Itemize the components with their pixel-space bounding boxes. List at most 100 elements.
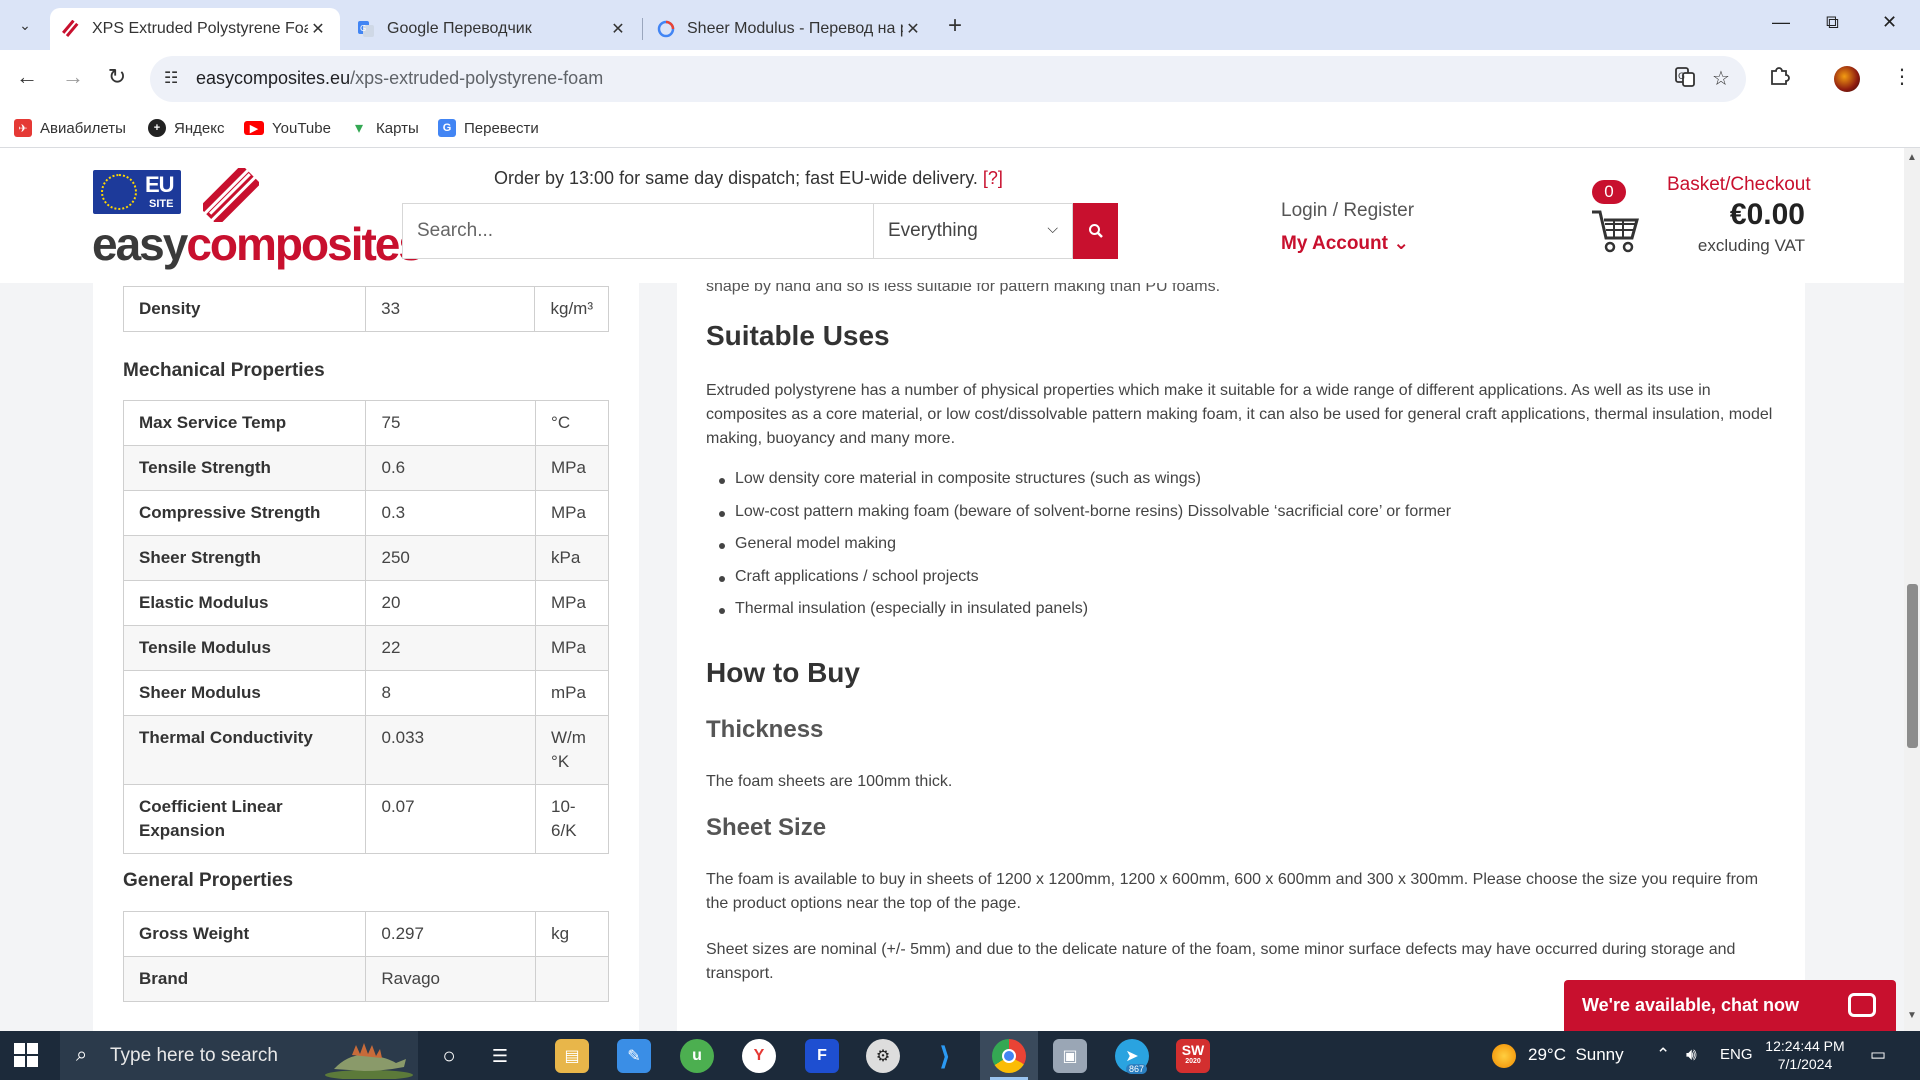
tab-xps-foam[interactable]: XPS Extruded Polystyrene Foam ✕ xyxy=(50,8,340,50)
bookmark-maps[interactable]: ▾ Карты xyxy=(350,116,419,140)
volume-icon[interactable]: 🔊︎ xyxy=(1686,1045,1697,1065)
task-view-icon[interactable]: ○ xyxy=(432,1039,466,1073)
tab-title: Sheer Modulus - Перевод на р xyxy=(687,20,903,37)
yandex-browser-icon[interactable]: Y xyxy=(742,1039,776,1073)
bookmark-yandex[interactable]: + Яндекс xyxy=(148,116,224,140)
solidworks-icon[interactable]: SW 2020 xyxy=(1176,1039,1210,1073)
spec-value: Ravago xyxy=(365,956,537,1002)
spec-name: Tensile Modulus xyxy=(122,625,367,671)
vscode-icon[interactable]: ⟩ xyxy=(928,1039,962,1073)
search-input[interactable]: Search... xyxy=(402,203,873,259)
chrome-icon[interactable] xyxy=(992,1039,1026,1073)
tray-chevron-up-icon[interactable]: ⌃ xyxy=(1656,1045,1670,1065)
kebab-menu-icon[interactable]: ⋮ xyxy=(1892,64,1912,89)
minimize-window-icon[interactable]: — xyxy=(1772,12,1790,33)
telegram-badge: 867 xyxy=(1126,1064,1148,1074)
address-url[interactable]: easycomposites.eu/xps-extruded-polystyre… xyxy=(196,68,603,89)
spec-name: Sheer Strength xyxy=(122,535,367,581)
live-chat-button[interactable]: We're available, chat now xyxy=(1564,980,1896,1031)
nominal-size-paragraph: Sheet sizes are nominal (+/- 5mm) and du… xyxy=(706,941,1736,982)
scrollbar-thumb[interactable] xyxy=(1907,584,1918,748)
site-header: EU SITE easycomposites Order by 13:00 fo… xyxy=(0,148,1904,283)
site-logo[interactable]: easycomposites xyxy=(92,218,424,270)
spec-unit: MPa xyxy=(535,490,609,536)
forward-arrow-icon[interactable]: → xyxy=(58,64,88,90)
widgets-icon[interactable]: ☰ xyxy=(483,1039,517,1073)
promo-help-link[interactable]: [?] xyxy=(983,168,1003,188)
file-explorer-icon[interactable]: ▤ xyxy=(555,1039,589,1073)
utorrent-icon[interactable]: u xyxy=(680,1039,714,1073)
uses-intro-paragraph: Extruded polystyrene has a number of phy… xyxy=(706,382,1773,447)
notifications-icon[interactable]: ▭ xyxy=(1870,1045,1886,1065)
basket-vat-note: excluding VAT xyxy=(1697,236,1805,255)
browser-toolbar: ← → ↻ ☷ easycomposites.eu/xps-extruded-p… xyxy=(0,50,1920,108)
page-scrollbar[interactable]: ▲ ▼ xyxy=(1904,148,1920,1031)
spec-value: 75 xyxy=(365,400,537,446)
new-tab-plus-icon[interactable]: + xyxy=(948,12,962,40)
bookmark-star-icon[interactable]: ☆ xyxy=(1712,66,1730,91)
general-properties-heading: General Properties xyxy=(123,870,294,891)
windows-start-icon[interactable] xyxy=(14,1043,38,1067)
thickness-paragraph: The foam sheets are 100mm thick. xyxy=(706,773,953,790)
bookmark-youtube[interactable]: ▶ YouTube xyxy=(244,116,331,140)
pen-app-icon[interactable]: ✎ xyxy=(617,1039,651,1073)
basket-checkout-link[interactable]: Basket/Checkout xyxy=(1667,174,1811,196)
tab-search-button[interactable]: ⌄ xyxy=(8,10,42,40)
promo-text: Order by 13:00 for same day dispatch; fa… xyxy=(494,168,978,188)
solidworks-year: 2020 xyxy=(1185,1058,1201,1065)
restore-window-icon[interactable]: ⧉ xyxy=(1826,12,1839,33)
bookmark-translate[interactable]: G Перевести xyxy=(438,116,539,140)
scroll-down-icon[interactable]: ▼ xyxy=(1907,1010,1917,1021)
spec-name: Elastic Modulus xyxy=(122,580,367,626)
site-info-icon[interactable]: ☷ xyxy=(164,68,178,88)
close-tab-icon[interactable]: ✕ xyxy=(903,19,923,39)
language-indicator[interactable]: ENG xyxy=(1720,1046,1753,1063)
spec-unit: MPa xyxy=(535,625,609,671)
solidworks-label: SW xyxy=(1181,1042,1205,1058)
taskbar-search-input[interactable]: ⌕ Type here to search xyxy=(60,1031,418,1080)
spec-unit: 10-6/K xyxy=(535,784,609,854)
address-bar[interactable]: ☷ easycomposites.eu/xps-extruded-polysty… xyxy=(150,56,1746,102)
eu-site-badge[interactable]: EU SITE xyxy=(93,170,181,214)
weather-sun-icon[interactable] xyxy=(1492,1044,1516,1068)
tab-title: XPS Extruded Polystyrene Foam xyxy=(92,20,308,37)
bookmark-label: YouTube xyxy=(272,119,331,137)
tab-sheer-modulus[interactable]: Sheer Modulus - Перевод на р ✕ xyxy=(645,8,935,50)
list-item: Low-cost pattern making foam (beware of … xyxy=(718,503,1451,536)
dinosaur-search-illustration-icon xyxy=(325,1043,413,1079)
reload-icon[interactable]: ↻ xyxy=(102,64,132,90)
weather-widget[interactable]: 29°C Sunny xyxy=(1528,1045,1624,1065)
easycomposites-logo-mark-icon xyxy=(203,168,259,222)
photo-app-icon[interactable]: ▣ xyxy=(1053,1039,1087,1073)
close-tab-icon[interactable]: ✕ xyxy=(608,19,628,39)
back-arrow-icon[interactable]: ← xyxy=(12,64,42,90)
logo-word-composites: composites xyxy=(186,218,424,270)
table-row: Coefficient Linear Expansion 0.07 10-6/K xyxy=(122,784,609,854)
login-register-link[interactable]: Login / Register xyxy=(1281,200,1414,222)
svg-text:G: G xyxy=(360,24,366,33)
translate-icon[interactable]: G xyxy=(1674,66,1696,94)
density-table: Density 33 kg/m³ xyxy=(122,286,609,332)
my-account-label: My Account xyxy=(1281,233,1388,254)
bookmark-aviabilety[interactable]: ✈ Авиабилеты xyxy=(14,116,126,140)
tab-google-translate[interactable]: G Google Переводчик ✕ xyxy=(345,8,640,50)
settings-gear-icon[interactable]: ⚙ xyxy=(866,1039,900,1073)
translate-page-icon xyxy=(657,20,675,38)
flyfile-app-icon[interactable]: F xyxy=(805,1039,839,1073)
scroll-up-icon[interactable]: ▲ xyxy=(1907,152,1917,163)
mechanical-properties-heading: Mechanical Properties xyxy=(123,360,325,381)
close-tab-icon[interactable]: ✕ xyxy=(308,19,328,39)
close-window-icon[interactable]: ✕ xyxy=(1882,12,1897,33)
system-clock[interactable]: 12:24:44 PM 7/1/2024 xyxy=(1760,1037,1850,1073)
extensions-puzzle-icon[interactable] xyxy=(1768,64,1790,92)
spec-value: 0.6 xyxy=(365,445,537,491)
profile-avatar[interactable] xyxy=(1834,66,1860,92)
shopping-cart-icon[interactable] xyxy=(1590,208,1640,254)
youtube-icon: ▶ xyxy=(244,121,264,135)
my-account-menu[interactable]: My Account ⌄ xyxy=(1281,232,1409,255)
general-properties-table: Gross Weight 0.297 kg Brand Ravago xyxy=(122,911,609,1002)
chat-label: We're available, chat now xyxy=(1582,995,1800,1015)
search-scope-select[interactable]: Everything ⌵ xyxy=(873,203,1073,259)
search-button[interactable] xyxy=(1073,203,1118,259)
mechanical-properties-table: Max Service Temp 75 °C Tensile Strength 0.6… xyxy=(122,400,609,854)
